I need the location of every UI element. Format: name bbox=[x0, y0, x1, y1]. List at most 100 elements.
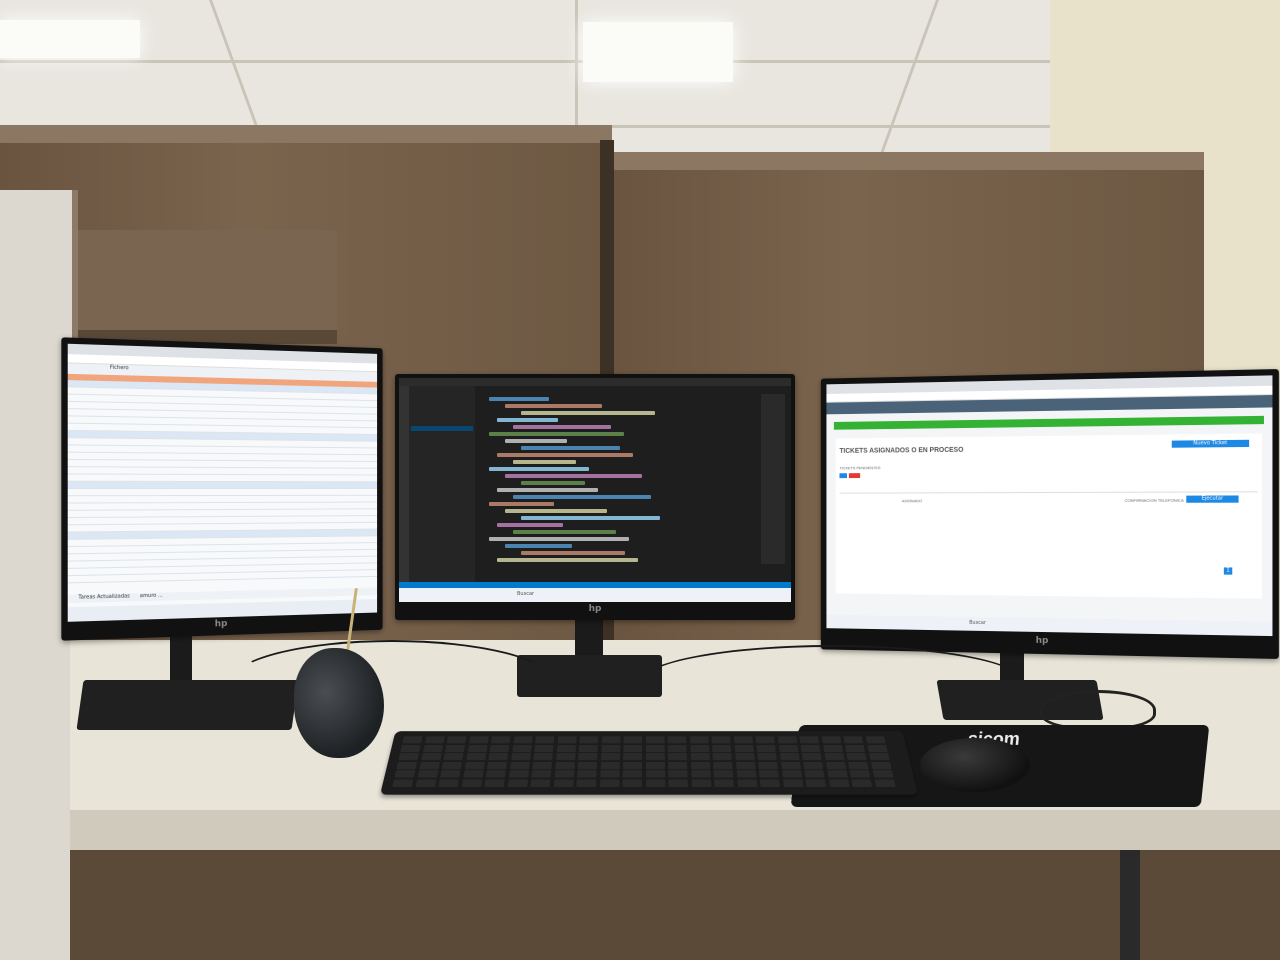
key[interactable] bbox=[736, 770, 756, 777]
pagination-page[interactable]: 1 bbox=[1224, 567, 1232, 574]
key[interactable] bbox=[668, 745, 687, 752]
key[interactable] bbox=[445, 745, 465, 752]
excel-button[interactable] bbox=[840, 473, 847, 478]
key[interactable] bbox=[467, 745, 487, 752]
key[interactable] bbox=[579, 745, 598, 752]
execute-button[interactable]: Ejecutar bbox=[1186, 495, 1238, 502]
key[interactable] bbox=[646, 745, 665, 752]
key[interactable] bbox=[823, 745, 843, 752]
key[interactable] bbox=[756, 745, 776, 752]
key[interactable] bbox=[461, 779, 482, 787]
key[interactable] bbox=[464, 762, 484, 769]
key[interactable] bbox=[600, 762, 619, 769]
key[interactable] bbox=[421, 753, 441, 760]
key[interactable] bbox=[872, 770, 893, 777]
key[interactable] bbox=[758, 762, 778, 769]
key[interactable] bbox=[712, 745, 731, 752]
key[interactable] bbox=[783, 779, 803, 787]
key[interactable] bbox=[447, 736, 467, 743]
key[interactable] bbox=[646, 736, 665, 743]
key[interactable] bbox=[711, 736, 730, 743]
key[interactable] bbox=[532, 762, 552, 769]
key[interactable] bbox=[690, 753, 709, 760]
key[interactable] bbox=[402, 736, 422, 743]
selected-file[interactable] bbox=[411, 426, 473, 431]
key[interactable] bbox=[755, 736, 774, 743]
key[interactable] bbox=[533, 753, 553, 760]
key[interactable] bbox=[469, 736, 489, 743]
key[interactable] bbox=[799, 736, 819, 743]
key[interactable] bbox=[488, 753, 508, 760]
key[interactable] bbox=[760, 779, 780, 787]
key[interactable] bbox=[491, 736, 511, 743]
key[interactable] bbox=[486, 770, 506, 777]
key[interactable] bbox=[690, 762, 709, 769]
key[interactable] bbox=[735, 753, 755, 760]
key[interactable] bbox=[443, 753, 463, 760]
key[interactable] bbox=[490, 745, 510, 752]
key[interactable] bbox=[645, 762, 664, 769]
key[interactable] bbox=[415, 779, 436, 787]
new-ticket-button[interactable]: Nuevo Ticket bbox=[1172, 440, 1249, 448]
key[interactable] bbox=[578, 753, 597, 760]
key[interactable] bbox=[691, 779, 711, 787]
key[interactable] bbox=[734, 745, 753, 752]
key[interactable] bbox=[623, 770, 642, 777]
key[interactable] bbox=[577, 770, 597, 777]
key[interactable] bbox=[668, 762, 687, 769]
key[interactable] bbox=[423, 745, 443, 752]
key[interactable] bbox=[870, 762, 891, 769]
key[interactable] bbox=[780, 762, 800, 769]
keyboard-keys[interactable] bbox=[392, 736, 907, 789]
key[interactable] bbox=[507, 779, 527, 787]
key[interactable] bbox=[646, 753, 665, 760]
key[interactable] bbox=[557, 736, 576, 743]
key[interactable] bbox=[843, 736, 863, 743]
key[interactable] bbox=[827, 770, 847, 777]
key[interactable] bbox=[845, 745, 865, 752]
key[interactable] bbox=[668, 736, 687, 743]
key[interactable] bbox=[865, 736, 885, 743]
key[interactable] bbox=[579, 736, 598, 743]
key[interactable] bbox=[600, 770, 619, 777]
key[interactable] bbox=[824, 753, 844, 760]
key[interactable] bbox=[530, 779, 550, 787]
key[interactable] bbox=[779, 753, 799, 760]
key[interactable] bbox=[713, 770, 733, 777]
taskbar-search[interactable]: Buscar bbox=[517, 591, 534, 597]
key[interactable] bbox=[690, 736, 709, 743]
key[interactable] bbox=[804, 770, 824, 777]
key[interactable] bbox=[484, 779, 504, 787]
key[interactable] bbox=[601, 753, 620, 760]
key[interactable] bbox=[508, 770, 528, 777]
key[interactable] bbox=[825, 762, 845, 769]
key[interactable] bbox=[828, 779, 849, 787]
key[interactable] bbox=[392, 779, 413, 787]
key[interactable] bbox=[534, 745, 553, 752]
code-area[interactable] bbox=[489, 394, 759, 565]
key[interactable] bbox=[601, 745, 620, 752]
key[interactable] bbox=[668, 753, 687, 760]
key[interactable] bbox=[805, 779, 826, 787]
key[interactable] bbox=[463, 770, 483, 777]
key[interactable] bbox=[712, 753, 731, 760]
key[interactable] bbox=[733, 736, 752, 743]
key[interactable] bbox=[555, 762, 575, 769]
key[interactable] bbox=[623, 753, 642, 760]
key[interactable] bbox=[440, 770, 461, 777]
key[interactable] bbox=[713, 762, 733, 769]
key[interactable] bbox=[668, 770, 687, 777]
key[interactable] bbox=[556, 745, 575, 752]
key[interactable] bbox=[398, 753, 419, 760]
key[interactable] bbox=[803, 762, 823, 769]
key[interactable] bbox=[417, 770, 438, 777]
key[interactable] bbox=[778, 745, 798, 752]
key[interactable] bbox=[576, 779, 596, 787]
key[interactable] bbox=[438, 779, 459, 787]
key[interactable] bbox=[623, 762, 642, 769]
key[interactable] bbox=[396, 762, 417, 769]
key[interactable] bbox=[578, 762, 597, 769]
mouse[interactable] bbox=[920, 738, 1030, 792]
key[interactable] bbox=[510, 762, 530, 769]
key[interactable] bbox=[554, 770, 574, 777]
